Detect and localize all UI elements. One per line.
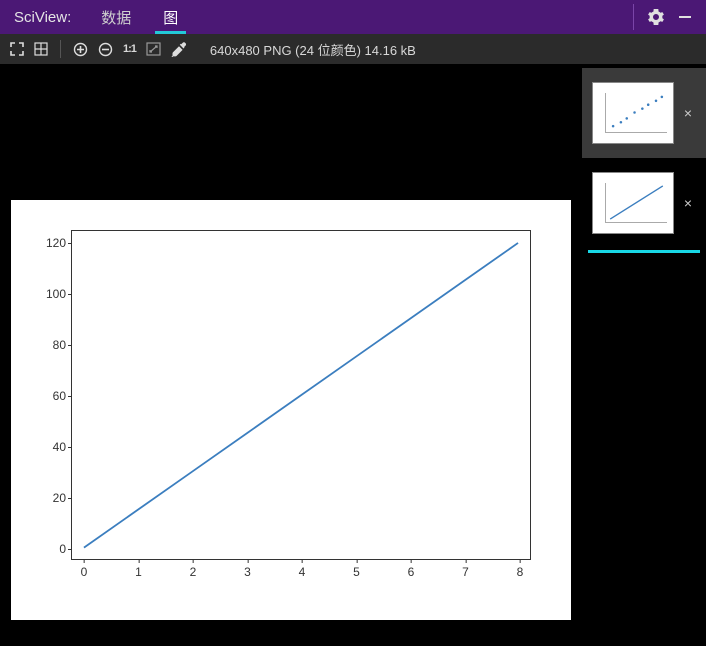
- color-picker-icon[interactable]: [171, 42, 186, 57]
- tab-plots[interactable]: 图: [147, 0, 194, 34]
- gear-icon[interactable]: [648, 9, 664, 25]
- x-tick-label: 5: [353, 565, 360, 579]
- x-tick-label: 7: [462, 565, 469, 579]
- separator: [633, 4, 634, 30]
- plot-axes: 020406080100120012345678: [71, 230, 531, 560]
- tab-bar: 数据 图: [85, 0, 194, 34]
- x-tick-label: 6: [408, 565, 415, 579]
- plot-line: [72, 231, 530, 560]
- thumbnail-underline: [588, 250, 700, 253]
- plot-viewer[interactable]: 0 20 40 60 80 100 120 0 1 2 3 4 5 6 7 8: [0, 64, 582, 646]
- y-tick-label: 40: [53, 440, 66, 454]
- plot-surface: 0 20 40 60 80 100 120 0 1 2 3 4 5 6 7 8: [11, 200, 571, 620]
- y-tick-label: 100: [46, 287, 66, 301]
- actual-size-button[interactable]: 1:1: [123, 43, 136, 55]
- fit-extent-icon[interactable]: [10, 42, 24, 56]
- resize-icon[interactable]: [146, 42, 161, 56]
- close-icon[interactable]: ×: [680, 105, 696, 121]
- x-tick-label: 4: [299, 565, 306, 579]
- y-tick-label: 120: [46, 236, 66, 250]
- x-tick-label: 2: [190, 565, 197, 579]
- thumbnail-item[interactable]: ×: [582, 68, 706, 158]
- tab-data[interactable]: 数据: [85, 0, 147, 34]
- x-tick-label: 3: [244, 565, 251, 579]
- main-area: 0 20 40 60 80 100 120 0 1 2 3 4 5 6 7 8 ×: [0, 64, 706, 646]
- image-toolbar: 1:1 640x480 PNG (24 位颜色) 14.16 kB: [0, 34, 706, 64]
- header-right-controls: [633, 0, 706, 34]
- panel-title: SciView:: [0, 9, 85, 26]
- separator: [60, 40, 61, 58]
- thumbnail-preview: [592, 172, 674, 234]
- minimize-icon[interactable]: [678, 10, 692, 24]
- thumbnail-item[interactable]: ×: [582, 158, 706, 248]
- grid-icon[interactable]: [34, 42, 48, 56]
- zoom-out-icon[interactable]: [98, 42, 113, 57]
- y-tick-label: 20: [53, 491, 66, 505]
- y-tick-label: 60: [53, 389, 66, 403]
- header-bar: SciView: 数据 图: [0, 0, 706, 34]
- y-tick-label: 80: [53, 338, 66, 352]
- zoom-in-icon[interactable]: [73, 42, 88, 57]
- image-info-text: 640x480 PNG (24 位颜色) 14.16 kB: [210, 40, 416, 59]
- y-tick-label: 0: [59, 542, 66, 556]
- thumbnail-preview: [592, 82, 674, 144]
- x-tick-label: 8: [517, 565, 524, 579]
- close-icon[interactable]: ×: [680, 195, 696, 211]
- x-tick-label: 1: [135, 565, 142, 579]
- x-tick-label: 0: [81, 565, 88, 579]
- thumbnail-sidebar: × ×: [582, 64, 706, 646]
